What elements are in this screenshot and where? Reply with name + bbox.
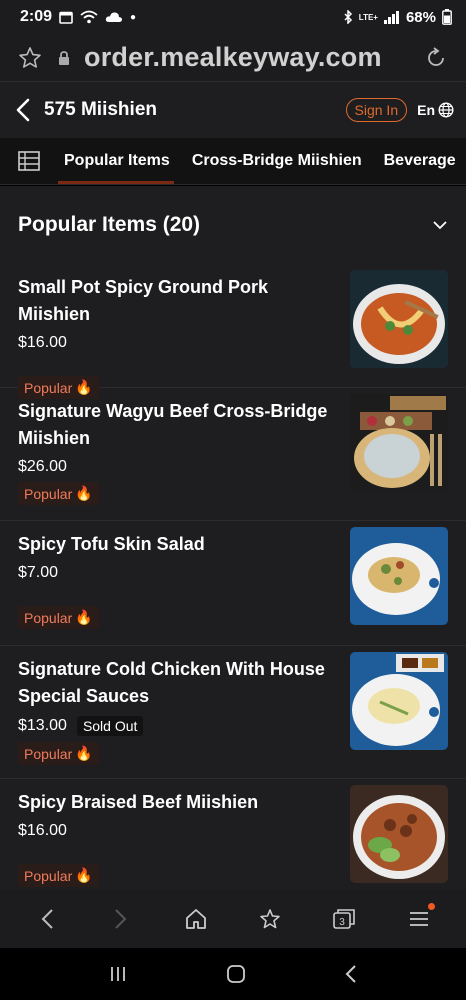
status-time: 2:09: [20, 8, 53, 25]
fire-icon: 🔥: [75, 867, 93, 883]
section-header[interactable]: Popular Items (20): [0, 186, 466, 264]
item-name: Small Pot Spicy Ground Pork Miishien: [18, 277, 269, 324]
browser-back-button[interactable]: [29, 901, 65, 937]
item-image[interactable]: [350, 527, 448, 625]
tab-cross-bridge-miishien[interactable]: Cross-Bridge Miishien: [192, 138, 362, 184]
refresh-icon[interactable]: [424, 46, 448, 70]
item-price: $16.00: [18, 822, 67, 839]
tabs-icon: 3: [333, 909, 356, 929]
recent-apps-icon[interactable]: [108, 964, 128, 984]
menu-item[interactable]: Signature Wagyu Beef Cross-Bridge Miishi…: [0, 388, 466, 521]
status-bar: 2:09 ● LTE+ 68%: [0, 0, 466, 34]
browser-url-bar: order.mealkeyway.com: [0, 34, 466, 82]
battery-icon: [442, 9, 452, 25]
item-price: $7.00: [18, 564, 59, 581]
notification-dot: ●: [130, 11, 137, 23]
store-name: 575 Miishien: [44, 99, 157, 120]
wifi-icon: [80, 10, 98, 24]
category-tabs: Popular Items Cross-Bridge Miishien Beve…: [0, 138, 466, 185]
popular-badge: Popular 🔥: [18, 864, 99, 887]
item-image[interactable]: [350, 652, 448, 750]
item-price: $16.00: [18, 334, 67, 351]
bookmark-star-icon: [260, 909, 280, 929]
menu-list: Popular Items (20) Small Pot Spicy Groun…: [0, 186, 466, 890]
back-nav-icon[interactable]: [344, 964, 358, 984]
tabs-button[interactable]: 3: [326, 901, 362, 937]
language-selector[interactable]: En: [417, 102, 454, 118]
battery-level: 68%: [405, 8, 436, 26]
url-text[interactable]: order.mealkeyway.com: [70, 42, 424, 73]
menu-item[interactable]: Small Pot Spicy Ground Pork Miishien $16…: [0, 264, 466, 399]
item-price: $13.00: [18, 717, 67, 734]
browser-home-button[interactable]: [178, 901, 214, 937]
chevron-left-icon: [41, 909, 53, 929]
network-type: LTE+: [358, 12, 378, 22]
popular-badge: Popular 🔥: [18, 606, 99, 629]
item-image[interactable]: [350, 270, 448, 368]
notification-dot: [427, 903, 435, 910]
home-nav-icon[interactable]: [225, 963, 247, 985]
item-name: Signature Cold Chicken With House Specia…: [18, 659, 325, 706]
sold-out-badge: Sold Out: [76, 716, 144, 736]
category-menu-icon[interactable]: [18, 151, 40, 171]
item-name: Spicy Braised Beef Miishien: [18, 792, 259, 812]
menu-item[interactable]: Spicy Tofu Skin Salad $7.00 Popular 🔥: [0, 521, 466, 646]
bookmarks-button[interactable]: [252, 901, 288, 937]
browser-menu-button[interactable]: [401, 901, 437, 937]
signal-icon: [383, 10, 399, 24]
badge-label: Popular: [24, 609, 73, 626]
popular-badge: Popular 🔥: [18, 482, 99, 505]
cloud-icon: [105, 12, 123, 22]
hamburger-menu-icon: [409, 912, 428, 926]
badge-label: Popular: [24, 485, 73, 502]
item-name: Signature Wagyu Beef Cross-Bridge Miishi…: [18, 401, 328, 448]
fire-icon: 🔥: [75, 485, 93, 501]
bluetooth-icon: [344, 10, 352, 24]
back-arrow-icon[interactable]: [16, 98, 30, 122]
system-nav-bar: [0, 948, 466, 1000]
item-image[interactable]: [350, 785, 448, 883]
tab-beverage[interactable]: Beverage: [384, 138, 456, 184]
globe-icon: [438, 102, 454, 118]
badge-label: Popular: [24, 745, 73, 762]
menu-item[interactable]: Signature Cold Chicken With House Specia…: [0, 646, 466, 779]
item-image[interactable]: [350, 394, 448, 492]
language-label: En: [417, 102, 435, 118]
browser-forward-button[interactable]: [103, 901, 139, 937]
sign-in-button[interactable]: Sign In: [345, 98, 408, 122]
star-icon[interactable]: [18, 46, 42, 70]
menu-item[interactable]: Spicy Braised Beef Miishien $16.00 Popul…: [0, 779, 466, 890]
store-header: 575 Miishien Sign In En: [0, 82, 466, 138]
browser-toolbar: 3: [0, 890, 466, 948]
svg-text:3: 3: [340, 917, 346, 928]
popular-badge: Popular 🔥: [18, 742, 99, 765]
chevron-down-icon[interactable]: [432, 217, 448, 233]
item-name: Spicy Tofu Skin Salad: [18, 534, 205, 554]
calendar-icon: [59, 11, 73, 24]
tab-popular-items[interactable]: Popular Items: [58, 138, 174, 184]
fire-icon: 🔥: [75, 609, 93, 625]
fire-icon: 🔥: [75, 745, 93, 761]
section-title: Popular Items (20): [18, 213, 201, 236]
chevron-right-icon: [115, 909, 127, 929]
home-icon: [185, 909, 206, 929]
lock-icon: [59, 50, 69, 65]
badge-label: Popular: [24, 867, 73, 884]
item-price: $26.00: [18, 458, 67, 475]
